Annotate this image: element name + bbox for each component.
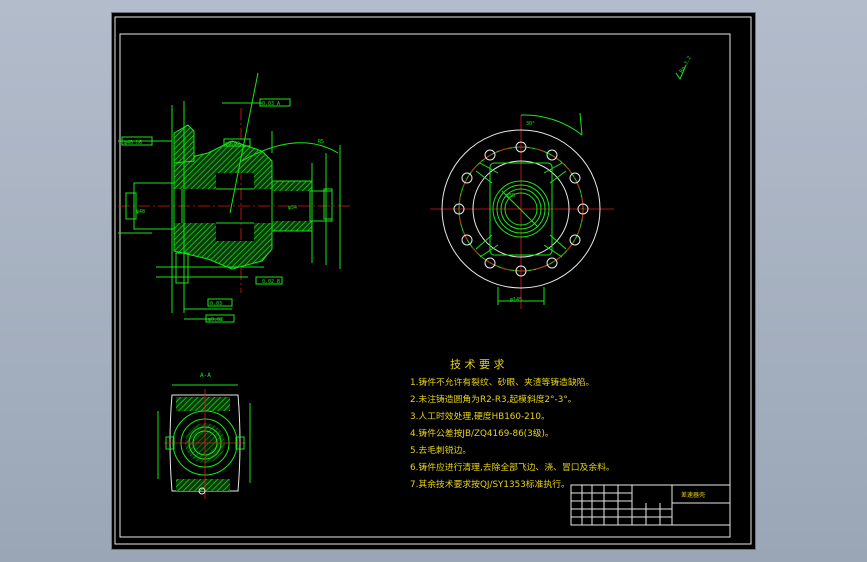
svg-text:φ40 h6: φ40 h6 xyxy=(124,140,142,146)
svg-text:φ54: φ54 xyxy=(288,205,297,211)
drawing-canvas: φ40 h6 φ0.02 0.03 A 0.02 B 0.03 φ0.02 φ4… xyxy=(114,16,752,545)
svg-text:0.03: 0.03 xyxy=(210,301,222,307)
svg-text:0.03 A: 0.03 A xyxy=(262,101,280,107)
svg-text:30°: 30° xyxy=(526,121,535,127)
svg-text:φ145: φ145 xyxy=(510,297,522,303)
cad-viewer: φ40 h6 φ0.02 0.03 A 0.02 B 0.03 φ0.02 φ4… xyxy=(0,0,867,562)
svg-text:φ55: φ55 xyxy=(506,193,515,199)
tech-item: 7.其余技术要求按QJ/SY1353标准执行。 xyxy=(410,478,570,490)
title-block: 差速器壳 xyxy=(570,484,731,526)
tech-item: 3.人工时效处理,硬度HB160-210。 xyxy=(410,410,550,422)
end-view: φ145 30° φ55 xyxy=(430,112,614,309)
svg-text:φ0.02: φ0.02 xyxy=(225,141,240,147)
roughness-symbol: Ra 3.2 xyxy=(675,55,693,81)
tech-item: 5.去毛刺锐边。 xyxy=(410,444,471,456)
svg-text:A-A: A-A xyxy=(200,372,211,379)
tech-requirements-title: 技 术 要 求 xyxy=(450,358,505,371)
svg-text:0.02 B: 0.02 B xyxy=(262,279,280,285)
technical-requirements: 技 术 要 求 1.铸件不允许有裂纹、砂眼、夹渣等铸造缺陷。 2.未注铸造圆角为… xyxy=(410,358,615,490)
tech-item: 4.铸件公差按JB/ZQ4169-86(3级)。 xyxy=(410,427,554,439)
drawing-sheet[interactable]: φ40 h6 φ0.02 0.03 A 0.02 B 0.03 φ0.02 φ4… xyxy=(112,13,755,549)
svg-text:R5: R5 xyxy=(318,139,324,145)
svg-text:φ48: φ48 xyxy=(136,209,145,215)
part-name: 差速器壳 xyxy=(681,491,705,499)
main-section-view: φ40 h6 φ0.02 0.03 A 0.02 B 0.03 φ0.02 φ4… xyxy=(118,72,350,323)
svg-text:Ra 3.2: Ra 3.2 xyxy=(679,55,693,74)
aa-section-view: A-A xyxy=(157,372,251,499)
tech-item: 2.未注铸造圆角为R2-R3,起模斜度2°-3°。 xyxy=(410,393,577,405)
svg-text:φ0.02: φ0.02 xyxy=(208,317,223,323)
tech-item: 1.铸件不允许有裂纹、砂眼、夹渣等铸造缺陷。 xyxy=(410,376,594,388)
tech-item: 6.铸件应进行清理,去除全部飞边、浇、冒口及余料。 xyxy=(410,461,615,473)
